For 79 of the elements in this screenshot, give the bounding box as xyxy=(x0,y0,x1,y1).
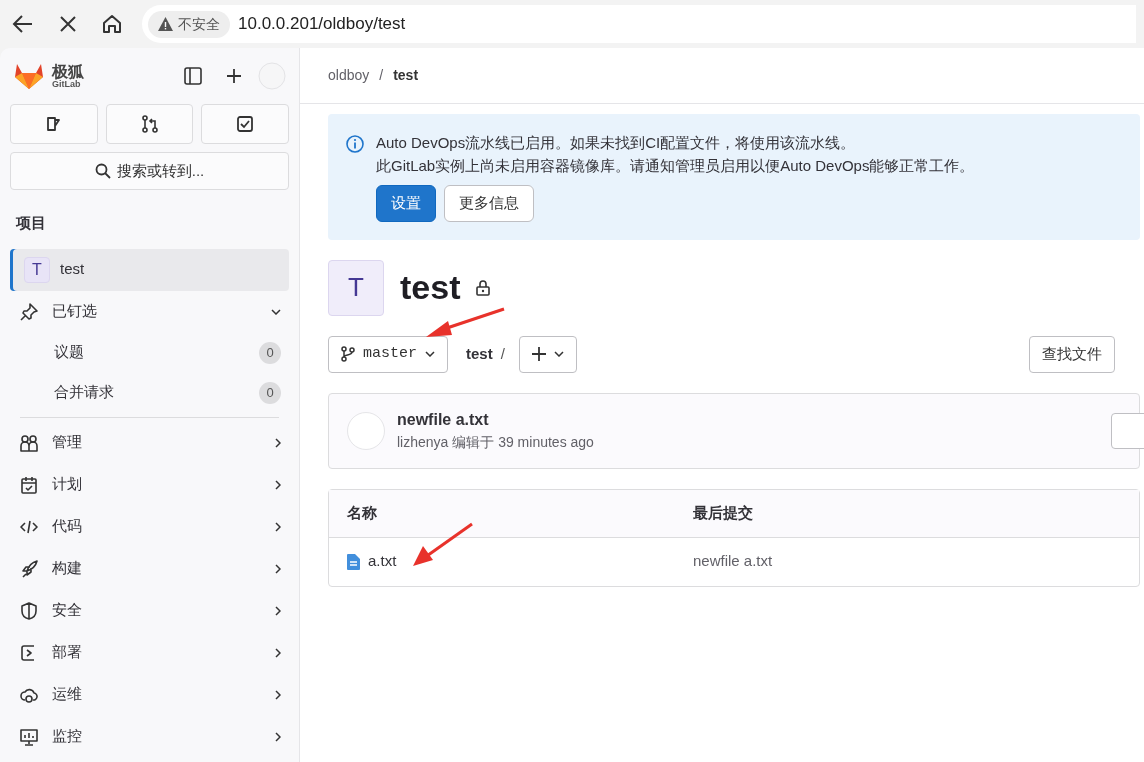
file-icon xyxy=(347,553,360,570)
chevron-right-icon xyxy=(275,731,281,742)
branch-icon xyxy=(341,346,355,362)
issues-button[interactable] xyxy=(10,104,98,144)
find-file-button[interactable]: 查找文件 xyxy=(1028,335,1115,373)
sidebar-toggle-icon[interactable] xyxy=(184,67,202,85)
chevron-right-icon xyxy=(275,479,281,490)
chevron-right-icon xyxy=(275,563,281,574)
search-icon xyxy=(94,163,111,179)
pin-icon xyxy=(20,302,38,321)
alert-text: Auto DevOps流水线已启用。如果未找到CI配置文件，将使用该流水线。 xyxy=(376,133,857,153)
warning-icon xyxy=(158,17,173,31)
logo-subtext: GitLab xyxy=(52,79,81,89)
people-icon xyxy=(20,433,38,452)
close-icon[interactable] xyxy=(60,16,76,32)
back-icon[interactable] xyxy=(12,13,34,35)
branch-dropdown[interactable]: master xyxy=(328,335,448,373)
sidebar-nav-item[interactable]: 管理 xyxy=(10,421,289,464)
commit-meta: lizhenya 编辑于 39 minutes ago xyxy=(397,433,594,452)
caret-icon xyxy=(553,351,564,357)
plus-icon xyxy=(531,347,546,361)
info-icon xyxy=(346,135,364,153)
annotation-arrow xyxy=(412,522,474,568)
file-link[interactable]: a.txt xyxy=(368,550,397,573)
chevron-right-icon xyxy=(275,647,281,658)
project-title: test xyxy=(400,267,461,308)
rocket-icon xyxy=(20,559,38,578)
project-avatar: T xyxy=(24,256,50,283)
search-button[interactable]: 搜索或转到... xyxy=(10,152,289,190)
chevron-down-icon xyxy=(271,308,281,315)
calendar-icon xyxy=(20,475,38,494)
sidebar-nav-item[interactable]: 构建 xyxy=(10,547,289,590)
author-avatar xyxy=(347,411,385,450)
address-bar[interactable]: 不安全 10.0.0.201/oldboy/test xyxy=(142,5,1136,43)
breadcrumb-link[interactable]: oldboy xyxy=(328,65,370,86)
sidebar-nav-item[interactable]: 计划 xyxy=(10,463,289,506)
chevron-right-icon xyxy=(275,605,281,616)
repo-path[interactable]: test xyxy=(466,342,493,366)
sidebar-nav-item[interactable]: 运维 xyxy=(10,673,289,716)
pinned-nav-item[interactable]: 议题 0 xyxy=(10,332,289,373)
column-header: 名称 xyxy=(347,502,378,523)
alert-text: 此GitLab实例上尚未启用容器镜像库。请通知管理员启用以便Auto DevOps能够正常工作。 xyxy=(376,155,975,176)
issue-icon xyxy=(45,116,62,132)
todo-button[interactable] xyxy=(201,104,289,144)
settings-button[interactable]: 设置 xyxy=(376,185,436,222)
breadcrumb-separator: / xyxy=(379,66,384,85)
plus-icon[interactable] xyxy=(226,68,242,84)
fox-logo-icon[interactable] xyxy=(14,62,44,90)
chevron-right-icon xyxy=(275,437,281,448)
pinned-section-header[interactable]: 已钉选 xyxy=(10,290,289,333)
count-badge: 0 xyxy=(259,381,281,404)
monitor-icon xyxy=(20,727,38,746)
column-header: 最后提交 xyxy=(693,502,754,523)
sidebar-nav-item[interactable]: 监控 xyxy=(10,715,289,758)
project-avatar: T xyxy=(328,259,384,316)
count-badge: 0 xyxy=(259,341,281,364)
merge-request-icon xyxy=(141,115,158,133)
sidebar-nav-item[interactable]: 部署 xyxy=(10,631,289,674)
commit-title[interactable]: newfile a.txt xyxy=(397,408,594,432)
sidebar-nav-item[interactable]: 代码 xyxy=(10,505,289,548)
sidebar-nav-item[interactable]: 安全 xyxy=(10,589,289,632)
url-text: 10.0.0.201/oldboy/test xyxy=(238,13,406,36)
security-label: 不安全 xyxy=(178,14,220,34)
caret-icon xyxy=(425,351,435,357)
merge-requests-button[interactable] xyxy=(105,104,194,144)
add-dropdown[interactable] xyxy=(518,335,577,373)
section-title: 项目 xyxy=(16,213,47,233)
more-info-button[interactable]: 更多信息 xyxy=(444,185,534,222)
chevron-right-icon xyxy=(275,689,281,700)
pinned-nav-item[interactable]: 合并请求 0 xyxy=(10,372,289,413)
logo-text: 极狐 xyxy=(52,63,84,80)
last-commit-link[interactable]: newfile a.txt xyxy=(693,550,1139,573)
home-icon[interactable] xyxy=(102,14,122,34)
chevron-right-icon xyxy=(275,521,281,532)
path-separator: / xyxy=(500,343,505,364)
checkbox-icon xyxy=(237,116,254,132)
project-nav-item[interactable]: T test xyxy=(10,248,289,291)
breadcrumb-current[interactable]: test xyxy=(393,65,419,86)
shield-icon xyxy=(20,601,38,620)
